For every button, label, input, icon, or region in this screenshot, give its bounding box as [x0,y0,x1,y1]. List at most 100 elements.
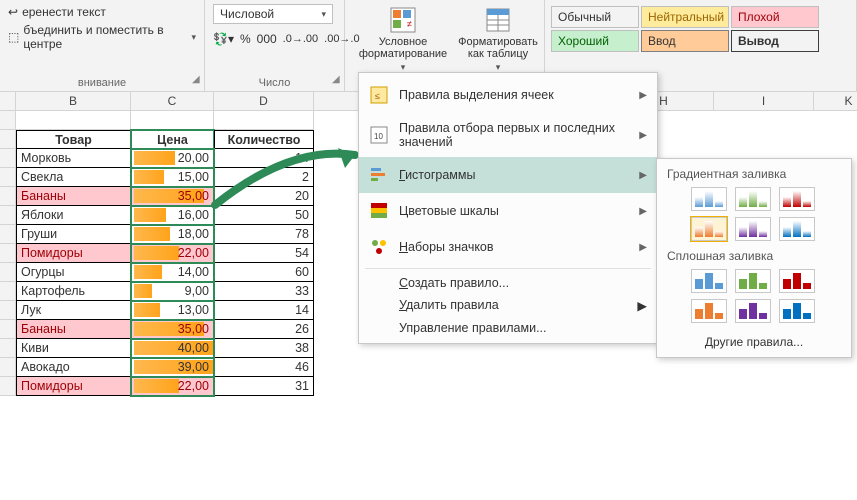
price-cell[interactable]: 20,00 [131,149,214,168]
databar-swatch[interactable] [735,187,771,211]
price-cell[interactable]: 22,00 [131,244,214,263]
databar-swatch[interactable] [691,269,727,293]
qty-cell[interactable]: 54 [214,244,314,263]
databar-swatch[interactable] [779,269,815,293]
product-cell[interactable]: Яблоки [16,206,131,225]
svg-text:≤: ≤ [375,91,380,101]
price-cell[interactable]: 35,00 [131,320,214,339]
column-header[interactable]: B [16,92,131,111]
highlight-rules-icon: ≤ [369,85,389,105]
databar-swatch[interactable] [735,217,771,241]
solid-fill-title: Сплошная заливка [663,247,845,267]
product-cell[interactable]: Авокадо [16,358,131,377]
column-header[interactable]: I [714,92,814,111]
product-cell[interactable]: Огурцы [16,263,131,282]
product-cell[interactable]: Помидоры [16,377,131,396]
menu-data-bars[interactable]: Гистограммы ▶ [359,157,657,193]
qty-cell[interactable]: 60 [214,263,314,282]
menu-top-bottom-rules[interactable]: 10 Правила отбора первых и последних зна… [359,113,657,157]
menu-color-scales[interactable]: Цветовые шкалы ▶ [359,193,657,229]
column-header[interactable] [0,92,16,111]
top-bottom-icon: 10 [369,125,389,145]
cell-styles-gallery[interactable]: Обычный Нейтральный Плохой Хороший Ввод … [549,4,852,54]
product-cell[interactable]: Помидоры [16,244,131,263]
menu-new-rule[interactable]: Создать правило... [359,272,657,294]
menu-clear-rules[interactable]: Удалить правила▶ [359,294,657,317]
currency-icon[interactable]: 💱▾ [213,32,234,46]
menu-label: Гистограммы [399,168,629,182]
comma-icon[interactable]: 000 [257,32,277,46]
product-cell[interactable]: Свекла [16,168,131,187]
price-cell[interactable]: 15,00 [131,168,214,187]
data-bars-icon [369,165,389,185]
number-format-select[interactable]: Числовой ▾ [213,4,333,24]
gradient-fill-title: Градиентная заливка [663,165,845,185]
wrap-text-button[interactable]: ↩ еренести текст [8,4,196,20]
style-bad[interactable]: Плохой [731,6,819,28]
price-cell[interactable]: 35,00 [131,187,214,206]
merge-center-label: бъединить и поместить в центре [23,23,187,51]
other-rules-link[interactable]: Другие правила... [663,329,845,351]
menu-label: Правила отбора первых и последних значен… [399,121,629,149]
format-as-table-button[interactable]: Форматировать как таблицу▾ [453,4,543,75]
qty-cell[interactable]: 46 [214,358,314,377]
column-header[interactable]: C [131,92,214,111]
product-cell[interactable]: Бананы [16,320,131,339]
menu-icon-sets[interactable]: Наборы значков ▶ [359,229,657,265]
header-price: Цена [131,130,214,149]
chevron-down-icon: ▾ [321,9,326,20]
price-cell[interactable]: 18,00 [131,225,214,244]
product-cell[interactable]: Морковь [16,149,131,168]
style-neutral[interactable]: Нейтральный [641,6,729,28]
product-cell[interactable]: Лук [16,301,131,320]
price-cell[interactable]: 16,00 [131,206,214,225]
product-cell[interactable]: Бананы [16,187,131,206]
product-cell[interactable]: Киви [16,339,131,358]
percent-icon[interactable]: % [240,32,251,46]
qty-cell[interactable]: 26 [214,320,314,339]
style-input[interactable]: Ввод [641,30,729,52]
style-output[interactable]: Вывод [731,30,819,52]
column-header[interactable]: D [214,92,314,111]
qty-cell[interactable]: 38 [214,339,314,358]
column-header[interactable]: K [814,92,857,111]
number-format-value: Числовой [220,7,274,21]
chevron-right-icon: ▶ [639,170,647,181]
data-bars-submenu: Градиентная заливка Сплошная заливка Дру… [656,158,852,358]
price-cell[interactable]: 14,00 [131,263,214,282]
product-cell[interactable]: Картофель [16,282,131,301]
qty-cell[interactable]: 14 [214,301,314,320]
dialog-launcher-icon[interactable]: ◢ [332,74,340,85]
price-cell[interactable]: 40,00 [131,339,214,358]
databar-swatch[interactable] [691,217,727,241]
qty-cell[interactable]: 33 [214,282,314,301]
conditional-formatting-icon: ≠ [389,6,417,34]
style-good[interactable]: Хороший [551,30,639,52]
databar-swatch[interactable] [735,269,771,293]
databar-swatch[interactable] [691,187,727,211]
wrap-text-label: еренести текст [22,5,106,19]
style-normal[interactable]: Обычный [551,6,639,28]
databar-swatch[interactable] [779,299,815,323]
dialog-launcher-icon[interactable]: ◢ [192,74,200,85]
menu-highlight-rules[interactable]: ≤ Правила выделения ячеек ▶ [359,77,657,113]
icon-sets-icon [369,237,389,257]
databar-swatch[interactable] [691,299,727,323]
qty-cell[interactable]: 31 [214,377,314,396]
svg-text:≠: ≠ [407,19,412,29]
menu-manage-rules[interactable]: Управление правилами... [359,317,657,339]
merge-center-button[interactable]: ⬚ бъединить и поместить в центре ▾ [8,22,196,52]
price-cell[interactable]: 9,00 [131,282,214,301]
databar-swatch[interactable] [779,187,815,211]
price-cell[interactable]: 39,00 [131,358,214,377]
price-cell[interactable]: 22,00 [131,377,214,396]
conditional-formatting-button[interactable]: ≠ Условное форматирование▾ [353,4,453,75]
price-cell[interactable]: 13,00 [131,301,214,320]
merge-icon: ⬚ [8,30,19,44]
databar-swatch[interactable] [735,299,771,323]
product-cell[interactable]: Груши [16,225,131,244]
qty-cell[interactable]: 78 [214,225,314,244]
increase-decimal-icon[interactable]: .0→.00 [283,33,318,45]
databar-swatch[interactable] [779,217,815,241]
alignment-group-label: внивание [8,75,196,89]
